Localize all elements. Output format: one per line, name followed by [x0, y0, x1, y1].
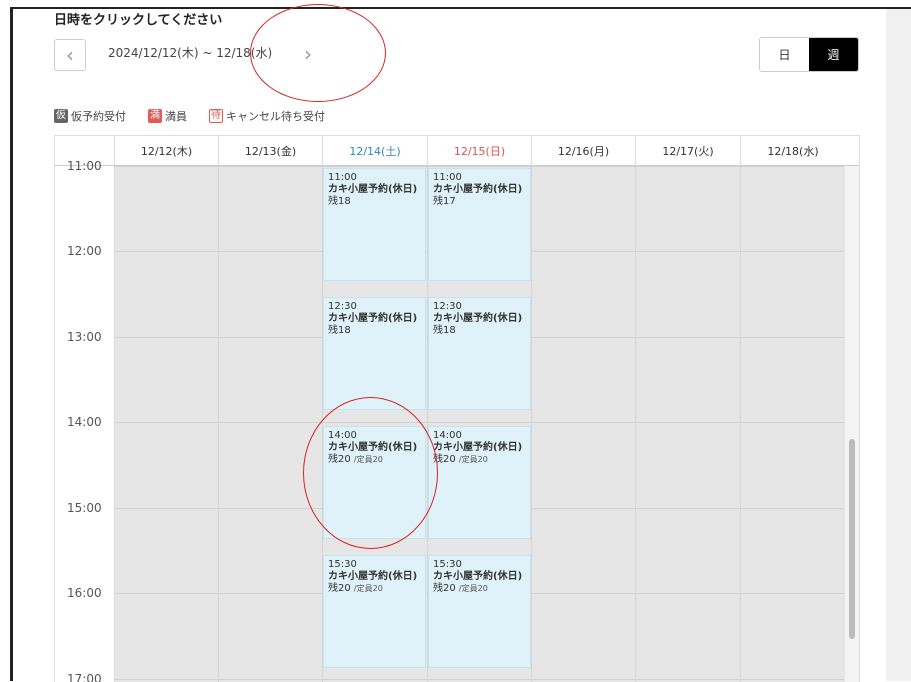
- time-label: 16:00: [67, 586, 102, 600]
- slot-remaining: 残20 /定員20: [433, 454, 526, 466]
- slot-name: カキ小屋予約(休日): [433, 442, 523, 453]
- slot-name: カキ小屋予約(休日): [328, 442, 418, 453]
- day-header: 12/17(火): [635, 136, 740, 165]
- time-label: 11:00: [67, 159, 102, 173]
- week-calendar: 12/12(木) 12/13(金) 12/14(土) 12/15(日) 12/1…: [54, 135, 860, 682]
- next-week-button[interactable]: ›: [294, 39, 322, 69]
- slot-time: 15:30: [433, 559, 462, 570]
- hour-line: [114, 679, 844, 680]
- legend-label: 仮予約受付: [71, 110, 126, 123]
- calendar-grid[interactable]: 11:00 カキ小屋予約(休日) 残18 11:00 カキ小屋予約(休日) 残1…: [114, 166, 844, 682]
- day-header: 12/14(土): [322, 136, 427, 165]
- slot-name: カキ小屋予約(休日): [433, 313, 523, 324]
- capacity: /定員20: [458, 455, 488, 464]
- chevron-right-icon: ›: [304, 42, 312, 66]
- provisional-badge-icon: 仮: [54, 109, 68, 123]
- time-slot[interactable]: 12:30 カキ小屋予約(休日) 残18: [323, 297, 426, 410]
- legend-item-provisional: 仮 仮予約受付: [54, 108, 126, 124]
- slot-remaining: 残20 /定員20: [328, 454, 421, 466]
- day-divider: [740, 166, 741, 682]
- slot-time: 15:30: [328, 559, 357, 570]
- remaining-count: 残20: [433, 583, 456, 594]
- slot-time: 14:00: [433, 430, 462, 441]
- capacity: /定員20: [353, 455, 383, 464]
- time-label: 13:00: [67, 330, 102, 344]
- day-header: 12/16(月): [531, 136, 635, 165]
- legend-label: 満員: [165, 110, 187, 123]
- legend-item-waitlist: 待 キャンセル待ち受付: [209, 108, 325, 124]
- frame-left-border: [10, 7, 13, 681]
- full-badge-icon: 満: [148, 109, 162, 123]
- time-label: 15:00: [67, 501, 102, 515]
- slot-name: カキ小屋予約(休日): [328, 571, 418, 582]
- slot-remaining: 残18: [433, 325, 456, 336]
- calendar-header: 12/12(木) 12/13(金) 12/14(土) 12/15(日) 12/1…: [55, 136, 859, 166]
- slot-remaining: 残20 /定員20: [328, 583, 421, 595]
- time-slot[interactable]: 12:30 カキ小屋予約(休日) 残18: [428, 297, 531, 410]
- slot-remaining: 残18: [328, 325, 351, 336]
- hour-line: [114, 422, 844, 423]
- legend-item-full: 満 満員: [148, 108, 187, 124]
- time-axis: 11:00 12:00 13:00 14:00 15:00 16:00 17:0…: [55, 159, 115, 682]
- slot-time: 11:00: [328, 172, 357, 183]
- day-header: 12/13(金): [218, 136, 322, 165]
- waitlist-badge-icon: 待: [209, 109, 223, 123]
- time-slot[interactable]: 15:30 カキ小屋予約(休日) 残20 /定員20: [428, 555, 531, 668]
- scrollbar-thumb[interactable]: [849, 439, 855, 639]
- slot-time: 12:30: [433, 301, 462, 312]
- slot-remaining: 残20 /定員20: [433, 583, 526, 595]
- day-header: 12/15(日): [427, 136, 531, 165]
- remaining-count: 残20: [328, 583, 351, 594]
- remaining-count: 残20: [328, 454, 351, 465]
- time-label: 14:00: [67, 415, 102, 429]
- day-header: 12/18(水): [740, 136, 845, 165]
- right-margin-strip: [886, 9, 911, 681]
- hour-line: [114, 166, 844, 167]
- slot-name: カキ小屋予約(休日): [433, 571, 523, 582]
- day-divider: [635, 166, 636, 682]
- day-view-button[interactable]: 日: [760, 38, 809, 71]
- time-slot[interactable]: 14:00 カキ小屋予約(休日) 残20 /定員20: [428, 426, 531, 539]
- capacity: /定員20: [458, 584, 488, 593]
- slot-name: カキ小屋予約(休日): [433, 184, 523, 195]
- page-title: 日時をクリックしてください: [54, 13, 223, 28]
- slot-time: 12:30: [328, 301, 357, 312]
- slot-remaining: 残18: [328, 196, 351, 207]
- chevron-left-icon: ‹: [66, 43, 74, 67]
- slot-name: カキ小屋予約(休日): [328, 313, 418, 324]
- view-toggle: 日 週: [759, 37, 859, 72]
- time-slot[interactable]: 11:00 カキ小屋予約(休日) 残17: [428, 168, 531, 281]
- slot-remaining: 残17: [433, 196, 456, 207]
- time-slot[interactable]: 11:00 カキ小屋予約(休日) 残18: [323, 168, 426, 281]
- time-slot[interactable]: 15:30 カキ小屋予約(休日) 残20 /定員20: [323, 555, 426, 668]
- capacity: /定員20: [353, 584, 383, 593]
- slot-name: カキ小屋予約(休日): [328, 184, 418, 195]
- date-range: 2024/12/12(木) ~ 12/18(水): [108, 46, 273, 60]
- day-divider: [531, 166, 532, 682]
- time-slot[interactable]: 14:00 カキ小屋予約(休日) 残20 /定員20: [323, 426, 426, 539]
- slot-time: 11:00: [433, 172, 462, 183]
- day-header: 12/12(木): [114, 136, 218, 165]
- time-label: 12:00: [67, 244, 102, 258]
- day-divider: [218, 166, 219, 682]
- prev-week-button[interactable]: ‹: [54, 39, 86, 71]
- legend-label: キャンセル待ち受付: [226, 110, 325, 123]
- slot-time: 14:00: [328, 430, 357, 441]
- remaining-count: 残20: [433, 454, 456, 465]
- legend: 仮 仮予約受付 満 満員 待 キャンセル待ち受付: [54, 108, 347, 124]
- calendar-scrollbar[interactable]: [845, 166, 859, 682]
- week-view-button[interactable]: 週: [809, 38, 858, 71]
